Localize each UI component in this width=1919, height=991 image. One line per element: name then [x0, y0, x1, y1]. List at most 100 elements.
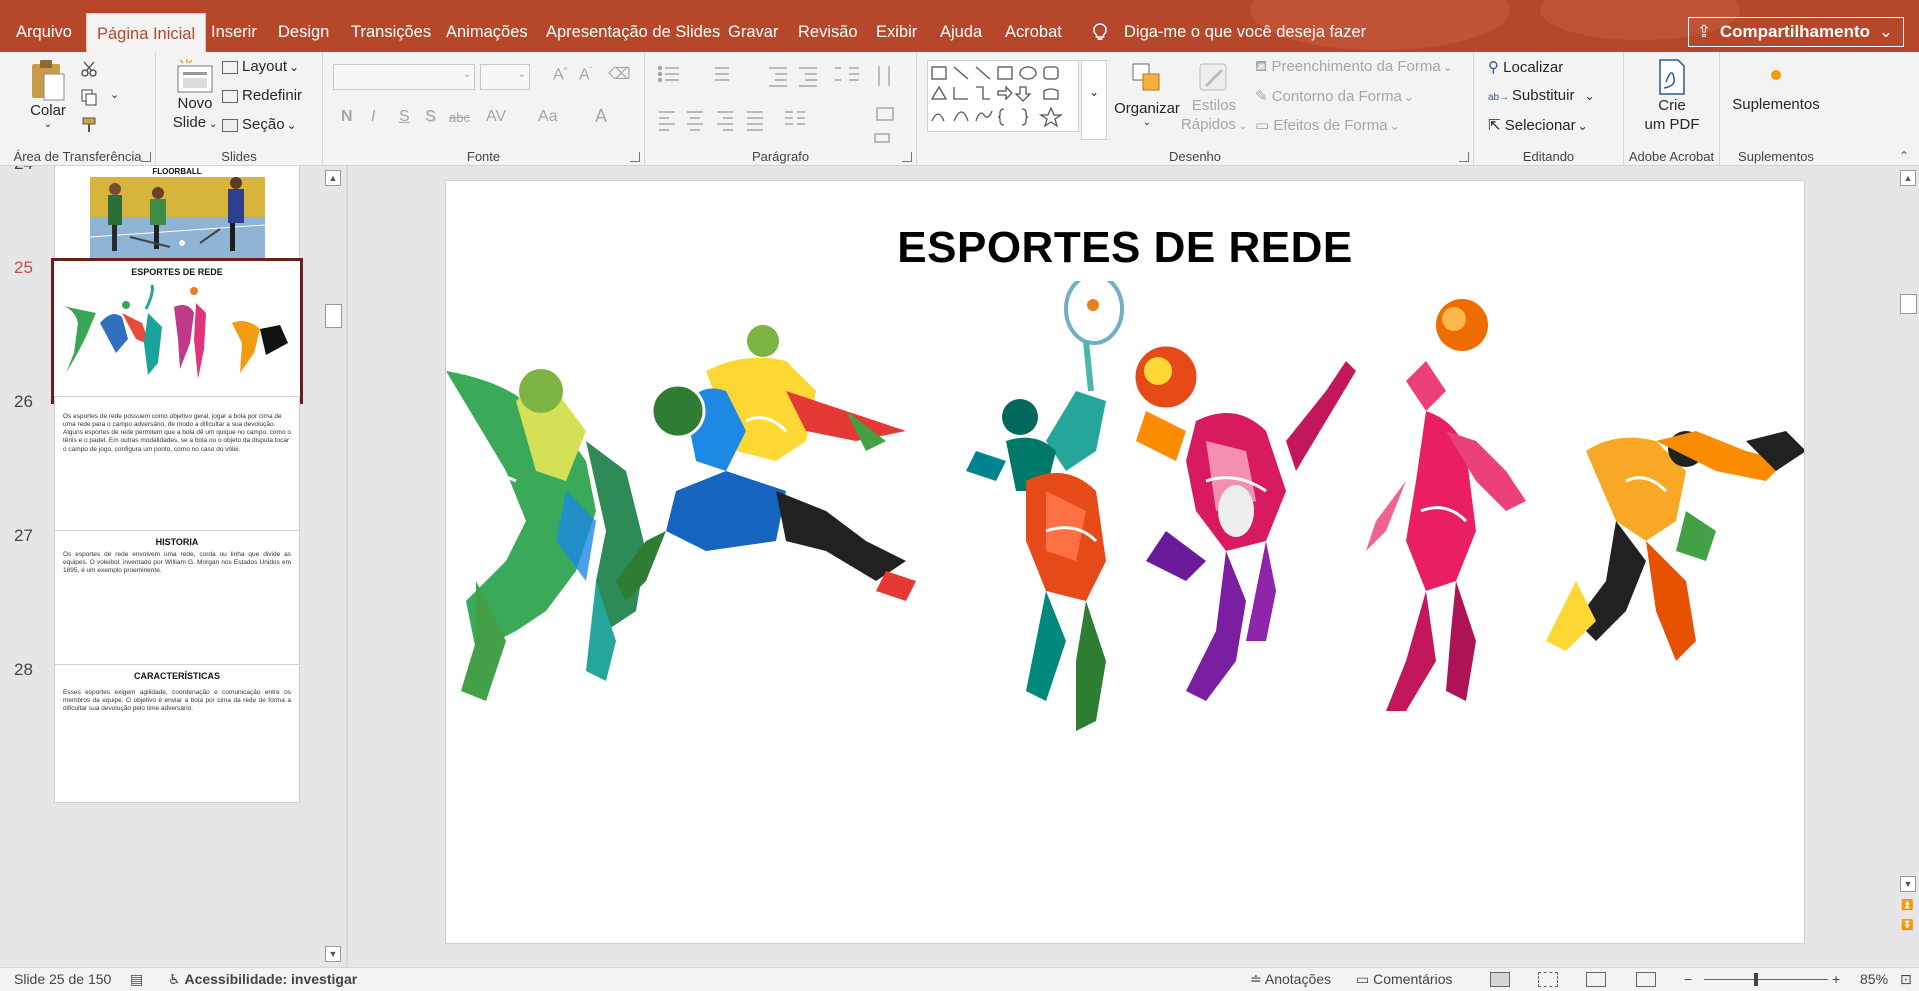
cut-icon[interactable] — [80, 60, 98, 78]
paragraph-format-icons[interactable] — [657, 64, 907, 144]
accessibility-checker[interactable]: ♿ Acessibilidade: investigar — [168, 971, 357, 988]
scrollbar-thumb[interactable] — [325, 304, 342, 328]
shape-effects-button[interactable]: ▭ Efeitos de Forma — [1255, 116, 1400, 134]
italic-button[interactable]: I — [371, 108, 375, 126]
drawing-launcher[interactable] — [1459, 152, 1469, 162]
zoom-slider-thumb[interactable] — [1753, 973, 1758, 986]
slide-thumbnail-26[interactable]: Os esportes de rede possuem como objetiv… — [54, 396, 300, 535]
shape-fill-button[interactable]: ⛾ Preenchimento da Forma — [1255, 58, 1453, 77]
copy-icon[interactable] — [80, 88, 98, 106]
comment-icon: ▭ — [1356, 971, 1374, 987]
tab-acrobat[interactable]: Acrobat — [999, 12, 1068, 52]
font-launcher[interactable] — [630, 152, 640, 162]
drawing-group-label: Desenho — [1168, 149, 1222, 164]
scrollbar-thumb[interactable] — [1900, 294, 1917, 314]
quick-styles-button[interactable]: Estilos Rápidos ⌄ — [1179, 54, 1249, 136]
shadow-button[interactable]: S — [425, 108, 436, 126]
clear-format-icon[interactable]: ⌫ — [608, 64, 631, 84]
addins-button-label: Suplementos — [1732, 96, 1820, 113]
chevron-down-icon: ⌄ — [43, 119, 53, 130]
slide-number-active: 25 — [14, 258, 33, 277]
tab-apresentacao[interactable]: Apresentação de Slides — [540, 12, 726, 52]
addins-button[interactable]: Suplementos — [1720, 58, 1832, 113]
collapse-ribbon-icon[interactable]: ⌃ — [1899, 149, 1909, 163]
font-size-combo[interactable]: ⌄ — [480, 64, 530, 90]
slide-thumbnail-24[interactable]: FLOORBALL — [54, 166, 300, 260]
select-button[interactable]: ⇱ Selecionar — [1488, 116, 1588, 134]
font-family-combo[interactable]: ⌄ — [333, 64, 475, 90]
tab-exibir[interactable]: Exibir — [870, 12, 923, 52]
reset-label: Redefinir — [242, 87, 303, 104]
quick-styles-label-1: Estilos — [1191, 97, 1237, 114]
slide-thumbnail-25[interactable]: ESPORTES DE REDE — [51, 258, 303, 404]
tab-transicoes[interactable]: Transições — [345, 12, 437, 52]
athletes-illustration[interactable] — [446, 281, 1805, 781]
section-button[interactable]: Seção — [222, 116, 297, 133]
notes-button[interactable]: ≐ Anotações — [1250, 971, 1331, 988]
normal-view-icon[interactable] — [1490, 972, 1510, 987]
find-button[interactable]: ⚲ Localizar — [1488, 58, 1563, 76]
tab-design[interactable]: Design — [272, 12, 335, 52]
magnifier-icon: ⚲ — [1488, 59, 1504, 76]
reset-button[interactable]: Redefinir — [222, 87, 302, 104]
previous-slide-icon[interactable]: ⏫ — [1901, 900, 1913, 911]
zoom-slider[interactable] — [1704, 979, 1828, 980]
tab-inserir[interactable]: Inserir — [205, 12, 263, 52]
zoom-in-button[interactable]: + — [1832, 971, 1840, 987]
spelling-icon[interactable]: ▤ — [130, 971, 143, 988]
slideshow-view-icon[interactable] — [1636, 972, 1656, 987]
scroll-down-icon[interactable]: ▼ — [325, 946, 341, 962]
notes-icon: ≐ — [1250, 971, 1265, 987]
scroll-up-icon[interactable]: ▲ — [325, 170, 341, 186]
font-color-button[interactable]: A — [595, 106, 607, 127]
create-pdf-button[interactable]: Crie um PDF — [1624, 58, 1720, 134]
char-spacing-button[interactable]: AV — [486, 108, 506, 126]
new-slide-button[interactable]: Novo Slide ⌄ — [166, 58, 224, 134]
shrink-font-icon[interactable]: Aˇ — [579, 66, 592, 84]
slide-thumbnail-28[interactable]: CARACTERÍSTICAS Esses esportes exigem ag… — [54, 664, 300, 803]
tab-ajuda[interactable]: Ajuda — [934, 12, 988, 52]
grow-font-icon[interactable]: A^ — [553, 66, 567, 84]
reading-view-icon[interactable] — [1586, 972, 1606, 987]
shapes-more-button[interactable]: ⌄ — [1081, 60, 1107, 140]
tab-revisao[interactable]: Revisão — [792, 12, 864, 52]
effects-icon: ▭ — [1255, 117, 1274, 134]
slide-scrollbar[interactable]: ▲ ▼ ⏫ ⏬ — [1897, 166, 1919, 967]
underline-button[interactable]: S — [399, 108, 410, 126]
tab-arquivo[interactable]: Arquivo — [10, 12, 78, 52]
layout-button[interactable]: Layout — [222, 58, 299, 75]
tell-me-search[interactable]: Diga-me o que você deseja fazer — [1090, 12, 1366, 52]
scroll-down-icon[interactable]: ▼ — [1900, 876, 1916, 892]
lightbulb-icon — [1093, 23, 1107, 40]
strikethrough-button[interactable]: abc — [449, 110, 470, 125]
share-button[interactable]: ⇪ Compartilhamento ⌄ — [1687, 17, 1904, 47]
paste-button[interactable]: Colar ⌄ — [22, 58, 74, 136]
scroll-up-icon[interactable]: ▲ — [1900, 170, 1916, 186]
slide-sorter-icon[interactable] — [1538, 972, 1558, 987]
tab-gravar[interactable]: Gravar — [722, 12, 784, 52]
chevron-down-icon[interactable]: ⌄ — [110, 88, 119, 101]
athletes-thumbnail-art — [58, 284, 288, 379]
format-painter-icon[interactable] — [80, 116, 98, 134]
tab-pagina-inicial[interactable]: Página Inicial — [86, 13, 207, 52]
quick-styles-label-2: Rápidos — [1180, 116, 1236, 133]
ribbon: Colar ⌄ ⌄ Área de Transferência Novo Sli… — [0, 52, 1919, 166]
clipboard-launcher[interactable] — [141, 152, 151, 162]
paragraph-launcher[interactable] — [902, 152, 912, 162]
arrange-button[interactable]: Organizar ⌄ — [1111, 54, 1183, 128]
comments-button[interactable]: ▭ Comentários — [1356, 971, 1453, 988]
slide-title[interactable]: ESPORTES DE REDE — [446, 223, 1804, 273]
next-slide-icon[interactable]: ⏬ — [1901, 920, 1913, 931]
zoom-level[interactable]: 85% — [1860, 971, 1888, 987]
shapes-gallery[interactable] — [927, 60, 1079, 132]
zoom-out-button[interactable]: − — [1684, 971, 1692, 987]
replace-button[interactable]: ab→ Substituir — [1488, 87, 1595, 104]
bold-button[interactable]: N — [341, 108, 353, 126]
change-case-button[interactable]: Aa — [538, 108, 558, 126]
current-slide[interactable]: ESPORTES DE REDE — [445, 180, 1805, 944]
thumbnail-scrollbar[interactable]: ▲ ▼ — [322, 166, 344, 967]
slide-thumbnail-27[interactable]: HISTORIA Os esportes de rede envolvem um… — [54, 530, 300, 669]
fit-to-window-icon[interactable]: ⊡ — [1900, 971, 1912, 988]
shape-outline-button[interactable]: ✎ Contorno da Forma — [1255, 87, 1414, 105]
tab-animacoes[interactable]: Animações — [440, 12, 534, 52]
